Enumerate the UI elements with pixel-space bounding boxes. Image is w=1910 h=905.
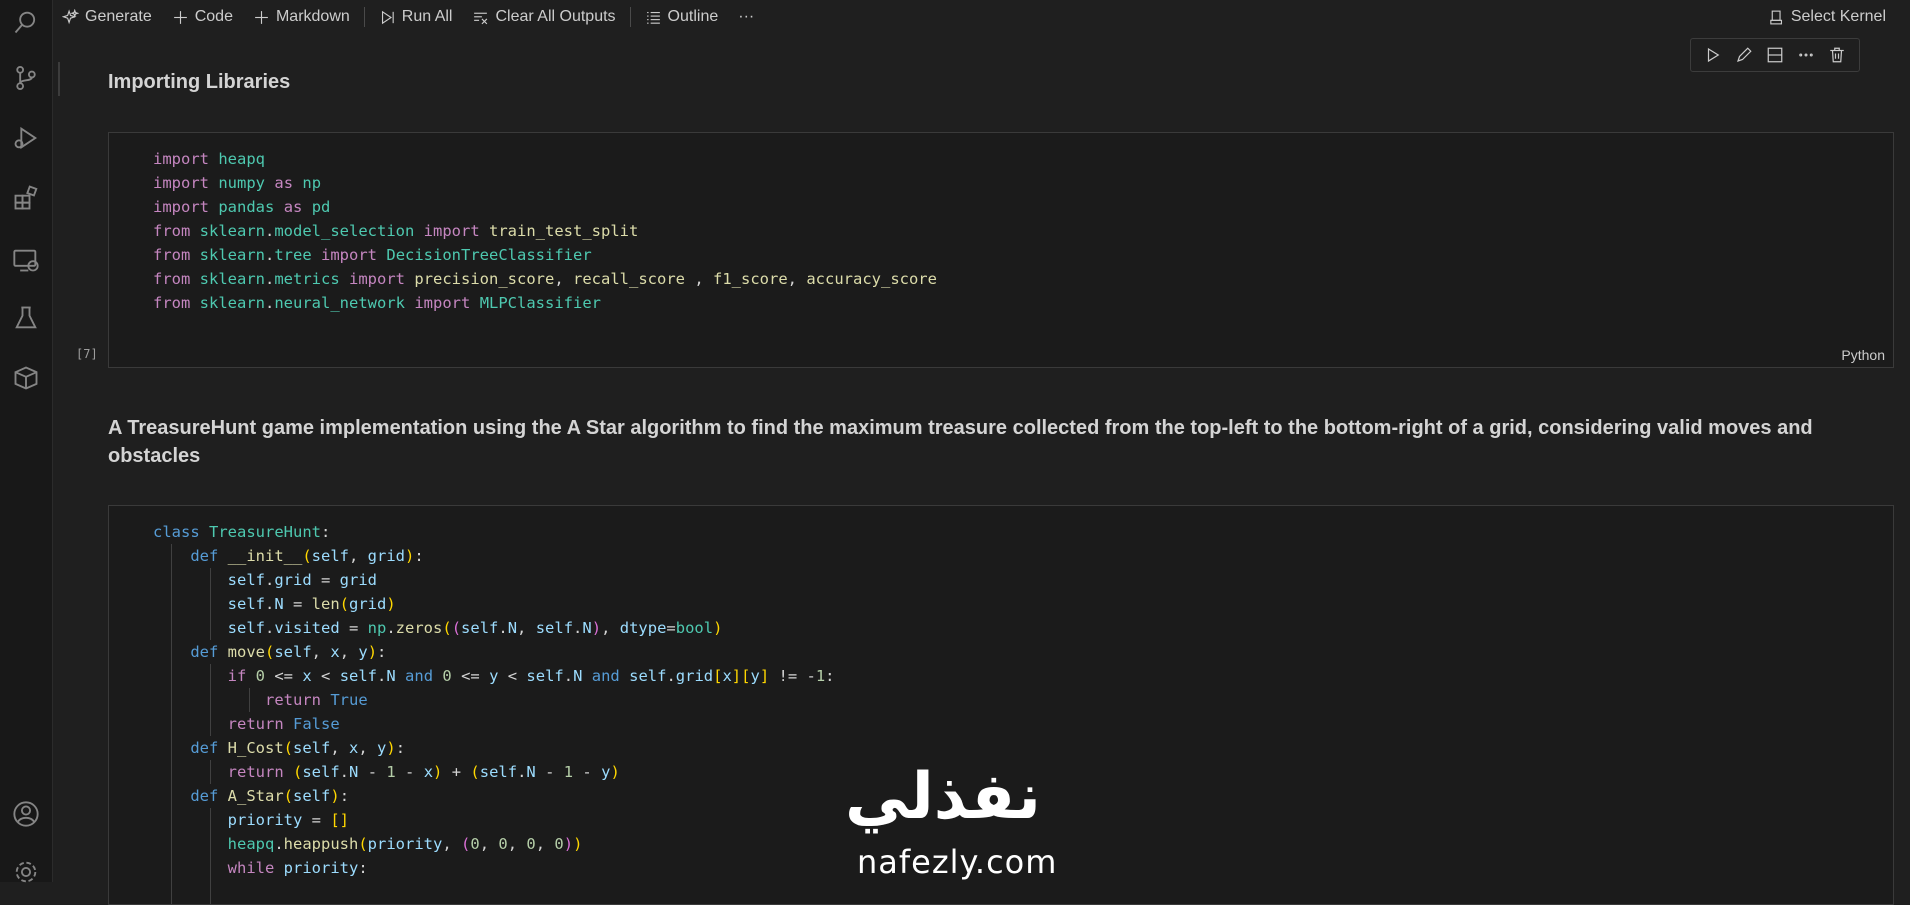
markdown-heading-treasurehunt[interactable]: A TreasureHunt game implementation using… (108, 414, 1898, 470)
ellipsis-icon (1799, 53, 1813, 57)
kernel-icon (1770, 10, 1782, 24)
cell-more-button[interactable] (1795, 44, 1817, 66)
remote-explorer-icon[interactable] (10, 244, 42, 276)
edit-cell-button[interactable] (1733, 44, 1755, 66)
select-kernel-button[interactable]: Select Kernel (1758, 0, 1896, 34)
source-control-icon[interactable] (10, 62, 42, 94)
execution-count: [7] (76, 347, 98, 361)
notebook-toolbar: Generate Code Markdown Run All Clear All… (52, 0, 1910, 34)
split-cell-button[interactable] (1764, 44, 1786, 66)
search-icon[interactable] (10, 6, 42, 38)
select-kernel-label: Select Kernel (1790, 8, 1886, 25)
settings-gear-icon[interactable] (10, 856, 42, 888)
code-cell-imports[interactable]: import heapq import numpy as np import p… (108, 132, 1894, 368)
pencil-icon (1736, 47, 1752, 62)
plus-icon (173, 10, 187, 24)
run-all-label: Run All (401, 8, 453, 25)
toolbar-divider (363, 7, 365, 27)
split-icon (1767, 47, 1783, 63)
outline-button[interactable]: Outline (635, 0, 729, 34)
containers-icon[interactable] (10, 362, 42, 394)
generate-button[interactable]: Generate (52, 0, 162, 34)
extensions-icon[interactable] (10, 182, 42, 214)
activity-bar (0, 0, 53, 883)
clear-outputs-button[interactable]: Clear All Outputs (462, 0, 625, 34)
add-code-button[interactable]: Code (162, 0, 243, 34)
more-actions-button[interactable]: ··· (728, 0, 764, 34)
plus-icon (255, 10, 268, 24)
toolbar-divider (629, 7, 631, 27)
watermark-logo-url: nafezly.com (857, 843, 1058, 881)
add-markdown-button[interactable]: Markdown (243, 0, 360, 34)
run-all-icon (381, 10, 394, 24)
cell-focus-indicator (58, 62, 60, 96)
run-debug-icon[interactable] (10, 122, 42, 154)
ellipsis-icon: ··· (738, 8, 755, 25)
account-icon[interactable] (10, 798, 42, 830)
generate-label: Generate (85, 8, 152, 25)
cell-toolbar (1690, 38, 1860, 72)
clear-outputs-label: Clear All Outputs (495, 8, 616, 25)
delete-cell-button[interactable] (1826, 44, 1848, 66)
cell-language-label[interactable]: Python (1841, 347, 1885, 363)
code-label: Code (194, 8, 233, 25)
play-icon (1707, 47, 1719, 63)
trash-icon (1830, 47, 1845, 63)
code-editor-treasurehunt[interactable]: class TreasureHunt: def __init__(self, g… (153, 520, 835, 880)
outline-label: Outline (667, 8, 719, 25)
markdown-label: Markdown (275, 8, 350, 25)
clear-all-icon (474, 12, 488, 24)
code-editor-imports[interactable]: import heapq import numpy as np import p… (153, 147, 937, 315)
execute-cell-button[interactable] (1702, 44, 1724, 66)
markdown-heading-importing[interactable]: Importing Libraries (108, 68, 290, 96)
list-icon (646, 11, 660, 24)
watermark-logo-arabic: نفذلي (845, 760, 1041, 834)
run-all-button[interactable]: Run All (369, 0, 463, 34)
sparkle-icon (62, 8, 79, 24)
testing-flask-icon[interactable] (10, 302, 42, 334)
